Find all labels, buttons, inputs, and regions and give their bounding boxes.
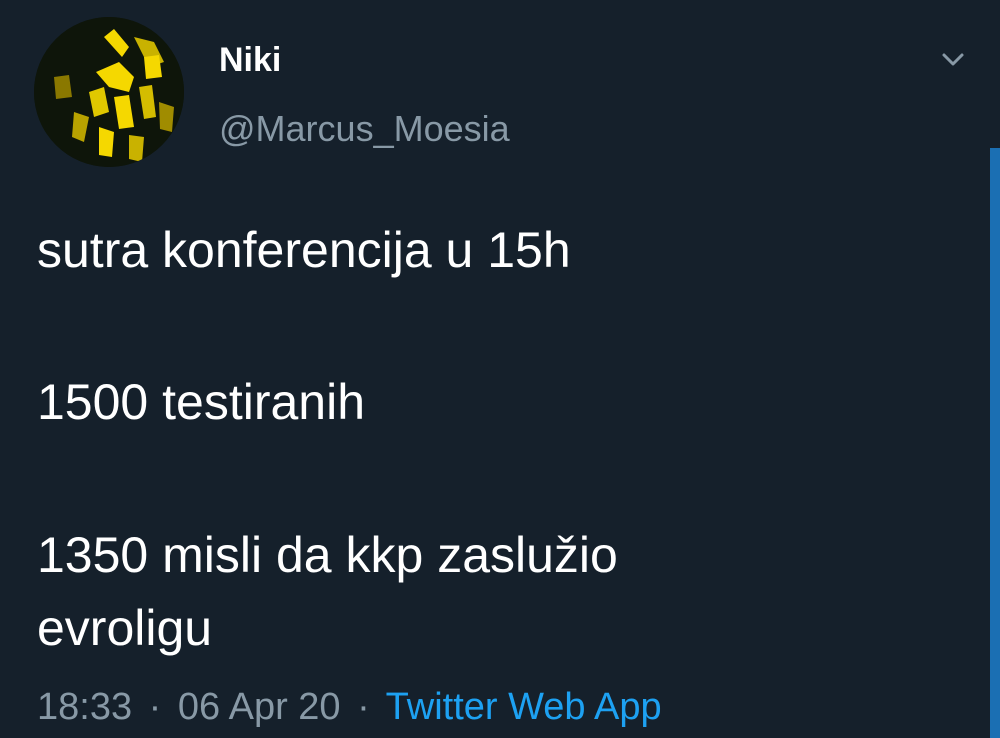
tweet-text-line: 1500 testiranih [37, 374, 366, 430]
scrollbar[interactable] [990, 148, 1000, 738]
separator: · [148, 686, 162, 728]
tweet-text-line: sutra konferencija u 15h [37, 222, 571, 278]
avatar[interactable] [34, 17, 184, 167]
tweet-time[interactable]: 18:33 [37, 686, 132, 728]
tweet-date[interactable]: 06 Apr 20 [178, 686, 341, 728]
author-handle[interactable]: @Marcus_Moesia [219, 108, 510, 150]
tweet-metadata: 18:33 · 06 Apr 20 · Twitter Web App [37, 684, 662, 730]
avatar-image [34, 17, 184, 167]
tweet-source-link[interactable]: Twitter Web App [386, 686, 662, 728]
chevron-down-icon[interactable] [933, 42, 973, 78]
author-display-name[interactable]: Niki [219, 40, 281, 80]
tweet-text-line: 1350 misli da kkp zaslužio [37, 527, 618, 583]
separator: · [357, 686, 370, 728]
tweet-text-line: evroligu [37, 600, 213, 656]
